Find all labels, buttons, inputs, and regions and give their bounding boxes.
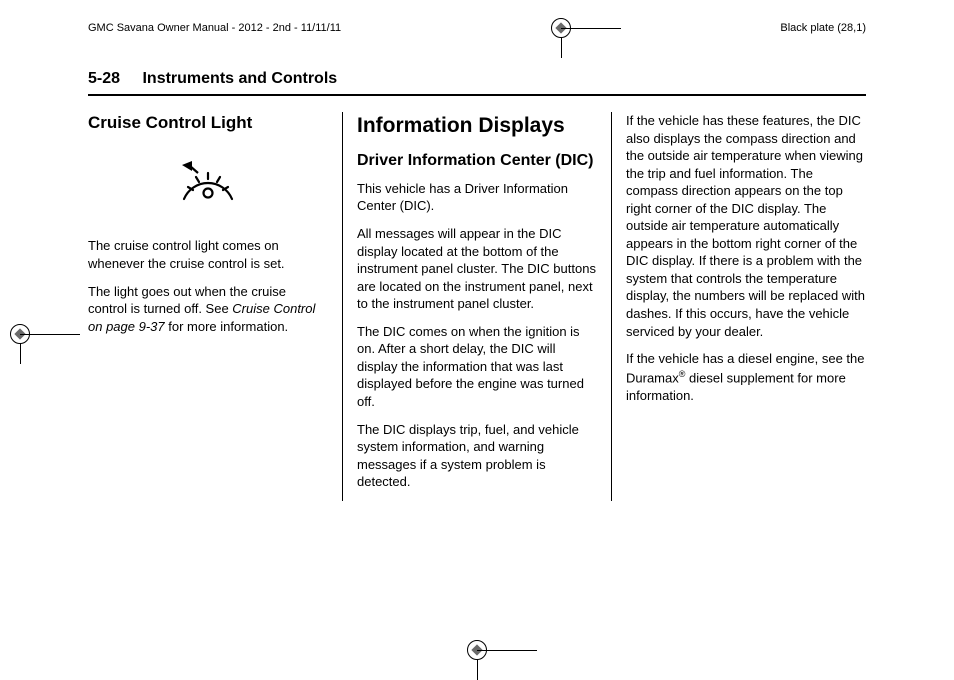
page-number: 5-28 [88,70,120,87]
column-2: Information Displays Driver Information … [342,112,611,501]
column-1: Cruise Control Light The cr [88,112,342,501]
col1-p2: The light goes out when the cruise contr… [88,283,328,336]
page-header: 5-28 Instruments and Controls [88,70,866,96]
col2-p3: The DIC comes on when the ignition is on… [357,323,597,411]
doc-title: GMC Savana Owner Manual - 2012 - 2nd - 1… [88,22,341,34]
page-content: 5-28 Instruments and Controls Cruise Con… [88,70,866,608]
cruise-control-icon [88,157,328,212]
col2-heading-sub: Driver Information Center (DIC) [357,150,597,172]
columns: Cruise Control Light The cr [88,112,866,501]
col1-heading: Cruise Control Light [88,112,328,135]
col2-heading-main: Information Displays [357,112,597,140]
col3-p2: If the vehicle has a diesel engine, see … [626,350,866,404]
print-header: GMC Savana Owner Manual - 2012 - 2nd - 1… [88,22,866,34]
plate-info: Black plate (28,1) [780,22,866,34]
column-3: If the vehicle has these features, the D… [611,112,866,501]
col3-p1: If the vehicle has these features, the D… [626,112,866,340]
col2-p2: All messages will appear in the DIC disp… [357,225,597,313]
col2-p4: The DIC displays trip, fuel, and vehicle… [357,421,597,491]
col1-p1: The cruise control light comes on whenev… [88,237,328,272]
col2-p1: This vehicle has a Driver Information Ce… [357,180,597,215]
section-title: Instruments and Controls [142,70,337,87]
